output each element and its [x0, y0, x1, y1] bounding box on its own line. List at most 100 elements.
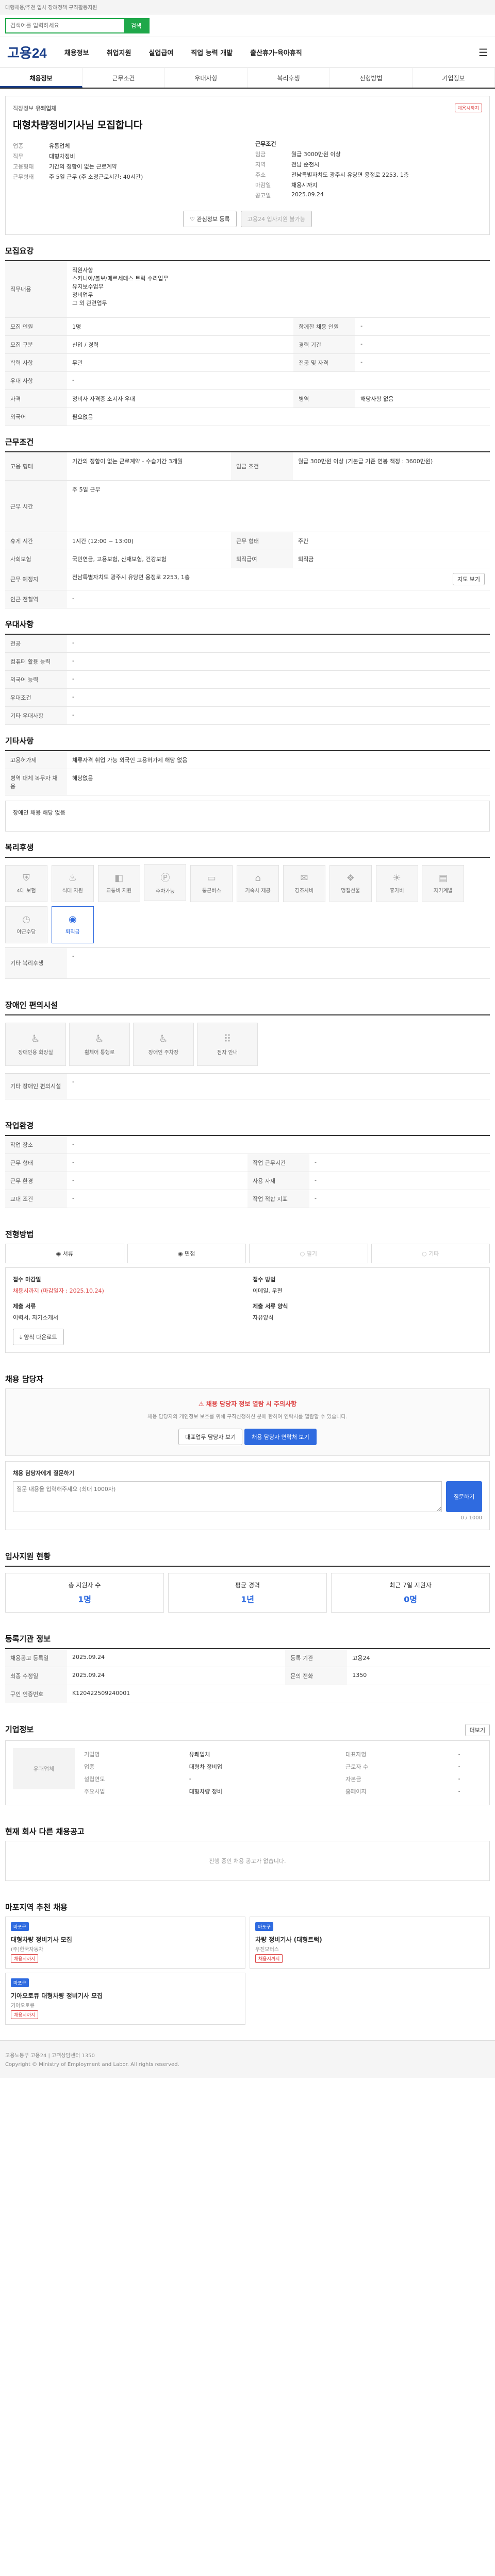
row-label: 자격 [5, 389, 67, 408]
question-submit-button[interactable]: 질문하기 [446, 1481, 482, 1512]
workenv-table: 작업 장소 - 근무 형태 - 작업 근무시간 - 근무 환경 - 사용 자재 - 교대 조건… [5, 1134, 490, 1208]
welfare-grid: ⛨ 4대 보험 ♨ 식대 지원 ◧ 교통비 지원 Ⓟ 주차가능 ▭ 통근버스 ⌂ 기숙사 제… [5, 857, 490, 947]
manager-rep-button[interactable]: 대표업무 담당자 보기 [178, 1428, 243, 1445]
map-button[interactable]: 지도 보기 [453, 573, 485, 585]
row-value: 기간의 정함이 없는 근로계약 - 수습기간 3개월 [67, 451, 231, 481]
recommend-title[interactable]: 차량 정비기사 (대형트럭) [255, 1935, 484, 1944]
row-value: 정비사 자격증 소지자 우대 [67, 389, 294, 408]
top-notice-text: 대행채용/추천 입사 장려정책 구직활동지원 [5, 5, 97, 11]
welfare-item: ✉ 경조사비 [283, 865, 325, 902]
conditions-label: 근무조건 [255, 141, 276, 147]
region-badge: 마포구 [11, 1978, 29, 1987]
row-value: - [67, 947, 490, 979]
gnb-menu-2[interactable]: 취업지원 [107, 47, 131, 57]
gnb-menu-1[interactable]: 채용정보 [64, 47, 89, 57]
company-more-button[interactable]: 더보기 [465, 1723, 490, 1736]
row-value: - [67, 670, 490, 689]
tab-company[interactable]: 기업정보 [412, 68, 495, 88]
tab-conditions[interactable]: 근무조건 [82, 68, 165, 88]
row-value: 월급 300만원 이상 (기본급 기준 연봉 책정 : 3600만원) [292, 451, 490, 481]
recruit-table: 직무내용 직원사항 스카니아/볼보/메르세데스 트럭 수리업무 유지보수업무 정비… [5, 260, 490, 426]
row-value: - [67, 1190, 248, 1208]
deadline-badge: 채용시까지 [454, 104, 482, 112]
form-download-button[interactable]: ⤓ 양식 다운로드 [13, 1328, 64, 1345]
row-value: 2025.09.24 [67, 1667, 286, 1685]
row-value: 해당없음 [67, 769, 490, 795]
stat-value: 1년 [241, 1594, 254, 1604]
facility-item: ♿ 휠체어 통행로 [69, 1022, 130, 1066]
section-title-posting: 등록기관 정보 [5, 1634, 51, 1643]
global-nav: 고용24 채용정보 취업지원 실업급여 직업 능력 개발 출산휴가·육아휴직 ☰ [0, 37, 495, 68]
stat-label: 총 지원자 수 [68, 1581, 101, 1589]
row-value: 2025.09.24 [67, 1648, 286, 1667]
row-value: 신입 / 경력 [67, 335, 294, 354]
row-value: 무관 [67, 353, 294, 372]
house-icon: ⌂ [255, 873, 261, 884]
tab-welfare[interactable]: 복리후생 [248, 68, 330, 88]
manager-box: ⚠ 채용 담당자 정보 열람 시 주의사항 채용 담당자의 개인정보 보호를 위… [5, 1388, 490, 1456]
welfare-item: Ⓟ 주차가능 [144, 864, 187, 901]
welfare-item: ◉ 퇴직금 [51, 906, 94, 943]
braille-icon: ⠿ [223, 1032, 232, 1045]
tab-preference[interactable]: 우대사항 [165, 68, 248, 88]
manager-contact-button[interactable]: 채용 담당자 연락처 보기 [244, 1428, 317, 1445]
row-label: 최종 수정일 [5, 1667, 67, 1685]
similar-empty: 진행 중인 채용 공고가 없습니다. [5, 1840, 490, 1881]
site-logo[interactable]: 고용24 [7, 43, 47, 62]
search-input[interactable] [6, 19, 124, 32]
search-box: 검색 [5, 18, 150, 33]
disabled-hiring-box: 장애인 채용 해당 없음 [5, 801, 490, 832]
tab-method[interactable]: 전형방법 [330, 68, 412, 88]
recommend-list: 마포구 대형차량 정비기사 모집 (주)한국자동차 채용시까지 마포구 차량 정… [5, 1916, 490, 2025]
row-value: 유쾌업체 [189, 1751, 210, 1758]
row-label: 구인 인증번호 [5, 1685, 67, 1703]
info-value: 채용시까지 [291, 182, 318, 189]
section-title-stats: 입사지원 현황 [5, 1551, 51, 1561]
gnb-menu-5[interactable]: 출산휴가·육아휴직 [250, 47, 302, 57]
row-value: - [458, 1788, 460, 1794]
row-value: 해당사항 없음 [355, 389, 490, 408]
row-label: 외국어 [5, 408, 67, 426]
apply-button[interactable]: 고용24 입사지원 불가능 [240, 211, 312, 227]
row-label: 근무 형태 [5, 1154, 67, 1172]
row-value: - [67, 634, 490, 653]
section-title-manager: 채용 담당자 [5, 1374, 44, 1384]
company-label: 직장정보 [13, 105, 34, 112]
row-label: 문의 전화 [285, 1667, 348, 1685]
welfare-item: ▭ 통근버스 [190, 865, 233, 902]
stat-label: 최근 7일 지원자 [389, 1581, 432, 1589]
section-title-recruit: 모집요강 [5, 246, 34, 256]
menu-icon[interactable]: ☰ [478, 46, 488, 59]
recommend-card[interactable]: 마포구 대형차량 정비기사 모집 (주)한국자동차 채용시까지 [5, 1916, 245, 1969]
row-label: 근무 형태 [230, 532, 293, 550]
recommend-company: 우진모터스 [255, 1946, 279, 1953]
tab-recruit[interactable]: 채용정보 [0, 68, 82, 88]
section-title-preference: 우대사항 [5, 620, 34, 629]
gnb-menu-4[interactable]: 직업 능력 개발 [191, 47, 233, 57]
row-value: K120422509240001 [67, 1685, 490, 1703]
section-title-conditions: 근무조건 [5, 437, 34, 447]
row-label: 주요사업 [84, 1788, 105, 1795]
recommend-card[interactable]: 마포구 차량 정비기사 (대형트럭) 우진모터스 채용시까지 [250, 1916, 490, 1969]
coin-icon: ◉ [68, 914, 77, 925]
welfare-item: ◷ 야근수당 [5, 906, 47, 943]
welfare-item: ◧ 교통비 지원 [97, 865, 140, 902]
row-value: - [458, 1751, 460, 1757]
recommend-title[interactable]: 대형차량 정비기사 모집 [11, 1935, 240, 1944]
company-table: 기업명 유쾌업체 대표자명 - 업종 대형차 정비업 근로자 수 - 설립연도 - 자본금 - 주… [82, 1748, 482, 1798]
row-label: 근로자 수 [345, 1763, 369, 1770]
submit-label: 접수 마감일 [13, 1276, 41, 1283]
section-title-company: 기업정보 더보기 [5, 1723, 490, 1736]
recommend-title[interactable]: 기아오토큐 대형차량 정비기사 모집 [11, 1991, 240, 2000]
section-title-similar: 현재 회사 다른 채용공고 [5, 1826, 85, 1836]
row-value: - [67, 1154, 248, 1172]
question-textarea[interactable] [13, 1481, 442, 1512]
search-button[interactable]: 검색 [124, 19, 148, 32]
gnb-menu-3[interactable]: 실업급여 [148, 47, 173, 57]
row-value: - [458, 1775, 460, 1782]
recommend-card[interactable]: 마포구 기아오토큐 대형차량 정비기사 모집 기아오토큐 채용시까지 [5, 1972, 245, 2025]
info-value: 대형차정비 [49, 153, 75, 160]
row-label: 기타 장애인 편의시설 [5, 1073, 67, 1099]
save-interest-button[interactable]: ♡ 관심정보 등록 [183, 211, 237, 227]
row-label: 교대 조건 [5, 1190, 67, 1208]
